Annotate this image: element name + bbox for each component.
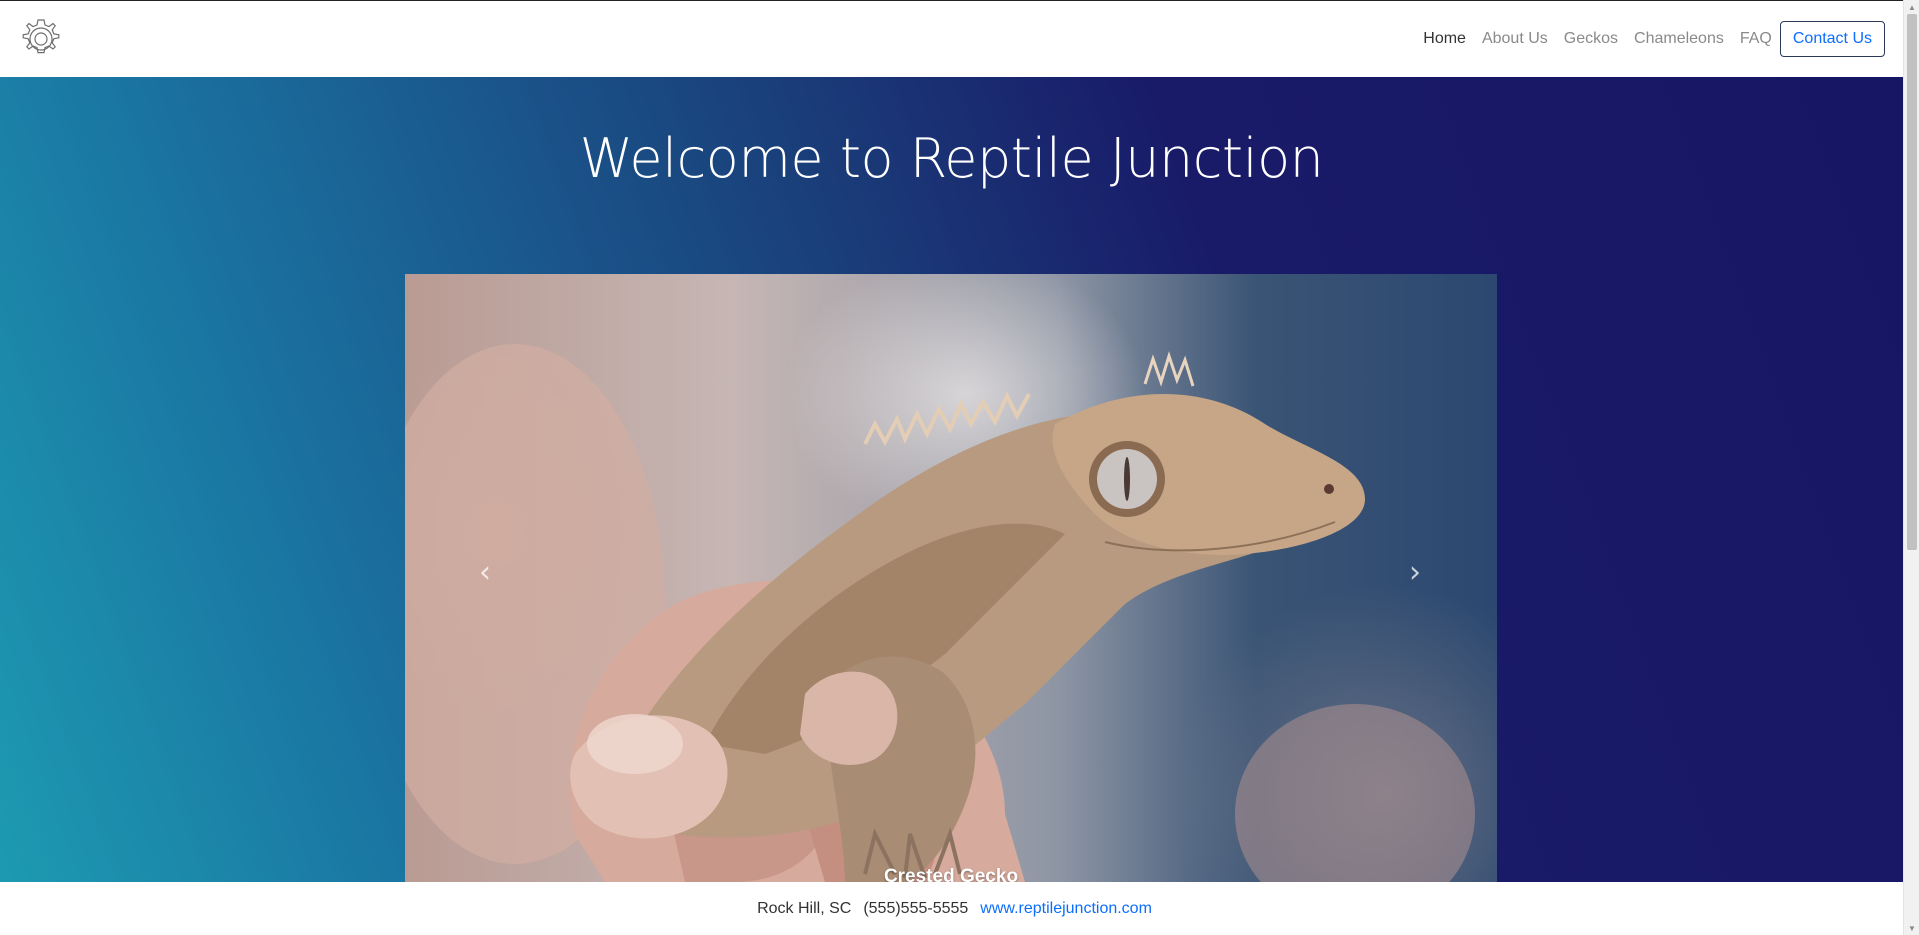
scroll-up-icon[interactable]: ▲ xyxy=(1904,0,1919,14)
footer-website-link[interactable]: www.reptilejunction.com xyxy=(980,900,1152,918)
footer: Rock Hill, SC (555)555-5555 www.reptilej… xyxy=(0,882,1903,935)
contact-us-button[interactable]: Contact Us xyxy=(1779,21,1885,57)
hero-section: Welcome to Reptile Junction ‹ › Crested … xyxy=(0,77,1903,882)
footer-phone: (555)555-5555 xyxy=(863,899,969,917)
nav-link-chameleons[interactable]: Chameleons xyxy=(1634,30,1724,48)
scroll-down-icon[interactable]: ▼ xyxy=(1904,921,1919,935)
crested-gecko-image xyxy=(405,344,1475,882)
top-navbar: Home About Us Geckos Chameleons FAQ Cont… xyxy=(0,0,1903,77)
image-carousel[interactable]: ‹ › Crested Gecko xyxy=(405,274,1497,882)
footer-location: Rock Hill, SC xyxy=(757,899,852,917)
chevron-right-icon: › xyxy=(1409,554,1421,590)
carousel-prev-button[interactable]: ‹ xyxy=(465,552,505,592)
carousel-next-button[interactable]: › xyxy=(1395,552,1435,592)
scrollbar-thumb[interactable] xyxy=(1907,14,1917,550)
nav-link-home[interactable]: Home xyxy=(1423,30,1466,48)
page-title: Welcome to Reptile Junction xyxy=(579,127,1324,190)
gear-logo-icon[interactable] xyxy=(18,16,64,62)
carousel-caption: Crested Gecko xyxy=(883,866,1019,882)
nav-link-about-us[interactable]: About Us xyxy=(1482,30,1548,48)
nav-link-faq[interactable]: FAQ xyxy=(1740,30,1772,48)
page-scrollbar[interactable]: ▲ ▼ xyxy=(1903,0,1919,935)
nav-link-geckos[interactable]: Geckos xyxy=(1564,30,1618,48)
nav-links: Home About Us Geckos Chameleons FAQ Cont… xyxy=(1407,21,1885,57)
chevron-left-icon: ‹ xyxy=(479,554,491,590)
